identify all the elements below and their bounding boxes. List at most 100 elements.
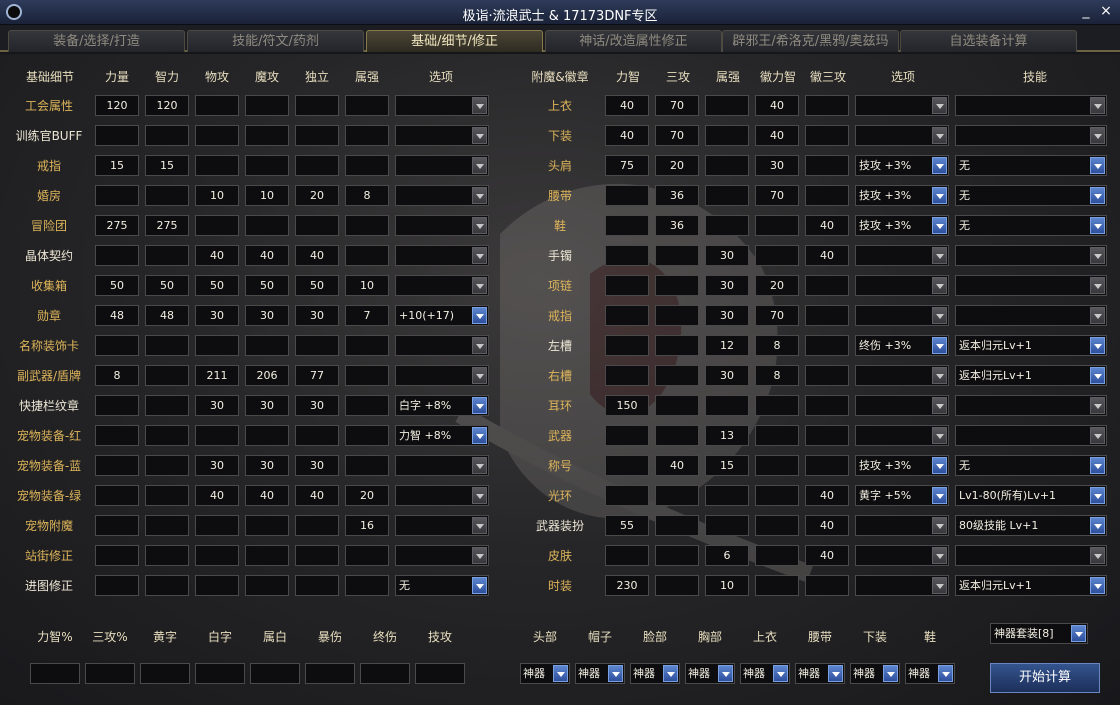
- left-value-field[interactable]: 40: [295, 245, 339, 266]
- left-value-field[interactable]: 50: [195, 275, 239, 296]
- artifact-select[interactable]: 神器: [520, 663, 570, 684]
- left-value-field[interactable]: [245, 125, 289, 146]
- right-value-field[interactable]: 36: [655, 215, 699, 236]
- left-option-dropdown[interactable]: [395, 455, 489, 476]
- left-value-field[interactable]: 15: [145, 155, 189, 176]
- right-value-field[interactable]: [805, 95, 849, 116]
- left-option-dropdown[interactable]: [395, 245, 489, 266]
- left-value-field[interactable]: [345, 455, 389, 476]
- right-value-field[interactable]: 40: [805, 245, 849, 266]
- left-value-field[interactable]: 10: [195, 185, 239, 206]
- left-value-field[interactable]: [295, 215, 339, 236]
- left-option-dropdown[interactable]: [395, 275, 489, 296]
- chevron-down-icon[interactable]: [1090, 577, 1105, 594]
- left-value-field[interactable]: [245, 155, 289, 176]
- close-button[interactable]: ×: [1098, 3, 1114, 20]
- left-option-dropdown[interactable]: 无: [395, 575, 489, 596]
- left-option-dropdown[interactable]: 白字 +8%: [395, 395, 489, 416]
- right-option-dropdown[interactable]: 技攻 +3%: [855, 215, 949, 236]
- chevron-down-icon[interactable]: [472, 547, 487, 564]
- left-value-field[interactable]: 211: [195, 365, 239, 386]
- skill-dropdown[interactable]: [955, 95, 1107, 116]
- right-value-field[interactable]: [805, 425, 849, 446]
- right-value-field[interactable]: [655, 485, 699, 506]
- chevron-down-icon[interactable]: [1090, 457, 1105, 474]
- left-value-field[interactable]: [145, 515, 189, 536]
- chevron-down-icon[interactable]: [472, 457, 487, 474]
- chevron-down-icon[interactable]: [1090, 487, 1105, 504]
- right-value-field[interactable]: [705, 125, 749, 146]
- left-value-field[interactable]: 206: [245, 365, 289, 386]
- right-value-field[interactable]: [655, 305, 699, 326]
- bottom-left-input[interactable]: [250, 663, 300, 684]
- chevron-down-icon[interactable]: [472, 577, 487, 594]
- tab-6[interactable]: 自选装备计算: [900, 30, 1077, 52]
- right-option-dropdown[interactable]: 终伤 +3%: [855, 335, 949, 356]
- right-value-field[interactable]: 40: [805, 485, 849, 506]
- left-value-field[interactable]: 275: [95, 215, 139, 236]
- skill-dropdown[interactable]: 无: [955, 455, 1107, 476]
- right-value-field[interactable]: 20: [755, 275, 799, 296]
- artifact-select[interactable]: 神器: [685, 663, 735, 684]
- skill-dropdown[interactable]: 无: [955, 155, 1107, 176]
- chevron-down-icon[interactable]: [932, 337, 947, 354]
- right-value-field[interactable]: 15: [705, 455, 749, 476]
- chevron-down-icon[interactable]: [472, 157, 487, 174]
- chevron-down-icon[interactable]: [932, 397, 947, 414]
- set-select[interactable]: 神器套装[8]: [990, 623, 1088, 644]
- right-value-field[interactable]: 30: [705, 305, 749, 326]
- right-option-dropdown[interactable]: [855, 245, 949, 266]
- chevron-down-icon[interactable]: [1090, 367, 1105, 384]
- left-value-field[interactable]: 77: [295, 365, 339, 386]
- skill-dropdown[interactable]: 80级技能 Lv+1: [955, 515, 1107, 536]
- left-value-field[interactable]: 30: [295, 455, 339, 476]
- left-option-dropdown[interactable]: [395, 155, 489, 176]
- left-value-field[interactable]: [295, 515, 339, 536]
- left-value-field[interactable]: [145, 185, 189, 206]
- chevron-down-icon[interactable]: [1090, 337, 1105, 354]
- bottom-left-input[interactable]: [85, 663, 135, 684]
- chevron-down-icon[interactable]: [1090, 517, 1105, 534]
- right-value-field[interactable]: [605, 335, 649, 356]
- right-value-field[interactable]: 20: [655, 155, 699, 176]
- right-value-field[interactable]: [805, 275, 849, 296]
- left-value-field[interactable]: [145, 455, 189, 476]
- right-value-field[interactable]: 230: [605, 575, 649, 596]
- right-value-field[interactable]: [755, 515, 799, 536]
- left-value-field[interactable]: [95, 575, 139, 596]
- left-value-field[interactable]: [345, 395, 389, 416]
- right-value-field[interactable]: [605, 365, 649, 386]
- chevron-down-icon[interactable]: [718, 665, 733, 682]
- left-value-field[interactable]: [95, 125, 139, 146]
- chevron-down-icon[interactable]: [472, 217, 487, 234]
- right-value-field[interactable]: [655, 545, 699, 566]
- left-value-field[interactable]: 50: [295, 275, 339, 296]
- right-option-dropdown[interactable]: [855, 305, 949, 326]
- left-value-field[interactable]: [345, 365, 389, 386]
- left-value-field[interactable]: [145, 335, 189, 356]
- right-value-field[interactable]: 36: [655, 185, 699, 206]
- left-value-field[interactable]: 30: [195, 455, 239, 476]
- right-option-dropdown[interactable]: 技攻 +3%: [855, 455, 949, 476]
- chevron-down-icon[interactable]: [1090, 157, 1105, 174]
- left-value-field[interactable]: [145, 425, 189, 446]
- right-value-field[interactable]: [605, 215, 649, 236]
- skill-dropdown[interactable]: 无: [955, 215, 1107, 236]
- left-value-field[interactable]: [245, 335, 289, 356]
- right-value-field[interactable]: [805, 155, 849, 176]
- skill-dropdown[interactable]: [955, 395, 1107, 416]
- left-option-dropdown[interactable]: [395, 185, 489, 206]
- left-value-field[interactable]: [345, 545, 389, 566]
- right-value-field[interactable]: [605, 185, 649, 206]
- left-value-field[interactable]: [195, 545, 239, 566]
- right-value-field[interactable]: [655, 365, 699, 386]
- right-option-dropdown[interactable]: [855, 95, 949, 116]
- left-option-dropdown[interactable]: [395, 515, 489, 536]
- left-value-field[interactable]: [245, 95, 289, 116]
- right-value-field[interactable]: [605, 275, 649, 296]
- right-value-field[interactable]: [805, 125, 849, 146]
- artifact-select[interactable]: 神器: [575, 663, 625, 684]
- left-value-field[interactable]: [195, 125, 239, 146]
- right-value-field[interactable]: 150: [605, 395, 649, 416]
- left-value-field[interactable]: [345, 215, 389, 236]
